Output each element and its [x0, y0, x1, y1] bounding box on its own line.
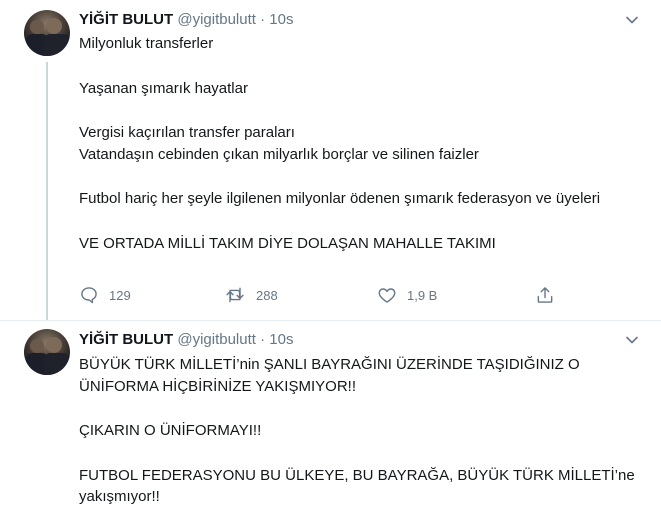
- avatar[interactable]: [24, 10, 70, 56]
- reply-count: 129: [109, 287, 131, 303]
- tweet-paragraph: Vergisi kaçırılan transfer paraları: [79, 124, 295, 141]
- tweet-1[interactable]: YİĞİT BULUT @yigitbulutt · 10s Milyonluk…: [0, 0, 661, 320]
- like-button[interactable]: 1,9 B: [377, 285, 437, 305]
- author-name[interactable]: YİĞİT BULUT: [79, 11, 173, 28]
- retweet-count: 288: [256, 287, 278, 303]
- author-handle[interactable]: @yigitbulutt: [177, 11, 256, 28]
- chevron-down-icon[interactable]: [625, 333, 639, 347]
- tweet-paragraph: VE ORTADA MİLLİ TAKIM DİYE DOLAŞAN MAHAL…: [79, 234, 496, 252]
- tweet-paragraph: Futbol hariç her şeyle ilgilenen milyonl…: [79, 190, 601, 207]
- author-handle[interactable]: @yigitbulutt: [177, 331, 256, 348]
- separator-dot: ·: [260, 11, 266, 28]
- tweet-text: Milyonluk transferler Yaşanan şımarık ha…: [79, 33, 639, 254]
- tweet-text: BÜYÜK TÜRK MİLLETİ’nin ŞANLI BAYRAĞINI Ü…: [79, 354, 639, 508]
- tweet-paragraph: ÇIKARIN O ÜNİFORMAYI!!: [79, 422, 262, 439]
- reply-icon: [81, 287, 97, 304]
- retweet-icon: [226, 287, 244, 303]
- share-button[interactable]: [535, 285, 555, 305]
- tweet-paragraph: Yaşanan şımarık hayatlar: [79, 79, 248, 97]
- chevron-down-icon[interactable]: [625, 13, 639, 27]
- tweet-paragraph: BÜYÜK TÜRK MİLLETİ’nin ŞANLI BAYRAĞINI Ü…: [79, 356, 580, 395]
- tweet-time[interactable]: 10s: [269, 331, 293, 348]
- thread-line: [46, 62, 48, 320]
- retweet-button[interactable]: 288: [224, 285, 278, 305]
- reply-button[interactable]: 129: [79, 285, 131, 305]
- tweet-actions: 129 288 1,9 B: [79, 285, 559, 307]
- avatar[interactable]: [24, 329, 70, 375]
- tweet-header: YİĞİT BULUT @yigitbulutt · 10s: [79, 10, 293, 30]
- tweet-2[interactable]: YİĞİT BULUT @yigitbulutt · 10s BÜYÜK TÜR…: [0, 321, 661, 511]
- tweet-paragraph: FUTBOL FEDERASYONU BU ÜLKEYE, BU BAYRAĞA…: [79, 466, 635, 506]
- tweet-header: YİĞİT BULUT @yigitbulutt · 10s: [79, 330, 293, 350]
- tweet-paragraph: Milyonluk transferler: [79, 35, 214, 52]
- tweet-paragraph: Vatandaşın cebinden çıkan milyarlık borç…: [79, 145, 479, 163]
- share-icon: [537, 287, 553, 303]
- tweet-time[interactable]: 10s: [269, 11, 293, 28]
- like-count: 1,9 B: [407, 287, 438, 303]
- author-name[interactable]: YİĞİT BULUT: [79, 331, 173, 348]
- like-icon: [378, 288, 396, 303]
- separator-dot: ·: [260, 331, 266, 348]
